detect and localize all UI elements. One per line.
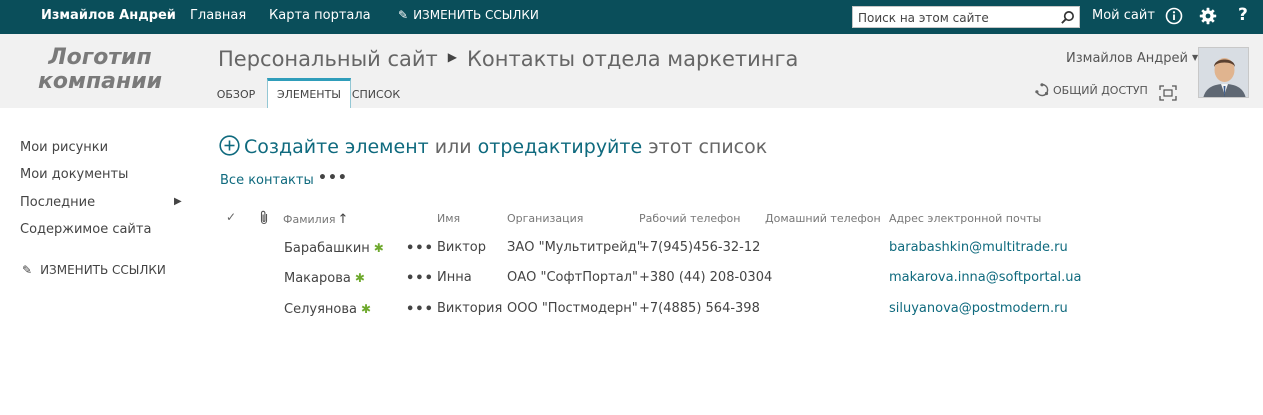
breadcrumb: Персональный сайт ▶ Контакты отдела маркет… (218, 47, 798, 71)
nav-item-my-pictures[interactable]: Мои рисунки (20, 140, 108, 155)
create-item-link[interactable]: Создайте элемент (244, 136, 429, 158)
col-header-first-name[interactable]: Имя (437, 212, 460, 225)
edit-list-link[interactable]: отредактируйте (478, 136, 643, 158)
create-or-text: или (434, 136, 472, 158)
edit-links-nav-button[interactable]: ✎ ИЗМЕНИТЬ ССЫЛКИ (22, 263, 166, 277)
gear-icon[interactable] (1199, 7, 1217, 25)
row-last-name-link[interactable]: Селуянова (284, 302, 357, 317)
suite-user-name[interactable]: Измайлов Андрей (41, 8, 176, 23)
tab-list[interactable]: СПИСОК (351, 78, 401, 108)
user-menu[interactable]: Измайлов Андрей ▼ (1066, 51, 1198, 66)
create-item-line: Создайте элемент или отредактируйте этот… (219, 135, 768, 158)
nav-item-site-contents[interactable]: Содержимое сайта (20, 222, 151, 237)
company-logo[interactable]: Логотип компании (30, 46, 170, 94)
view-all-contacts[interactable]: Все контакты (220, 173, 314, 188)
create-tail-text: этот список (648, 136, 768, 158)
page-title: Контакты отдела маркетинга (467, 47, 799, 71)
user-photo-icon (1199, 48, 1248, 97)
row-menu-button[interactable]: ••• (406, 241, 434, 256)
user-menu-label: Измайлов Андрей (1066, 51, 1188, 66)
new-item-icon: ✱ (354, 271, 365, 285)
breadcrumb-arrow-icon: ▶ (447, 50, 457, 64)
edit-links-nav-label: ИЗМЕНИТЬ ССЫЛКИ (40, 263, 166, 277)
tab-items[interactable]: ЭЛЕМЕНТЫ (267, 78, 351, 108)
share-button[interactable]: ОБЩИЙ ДОСТУП (1035, 83, 1148, 98)
table-row-organization: ОАО "СофтПортал" (507, 270, 638, 285)
search-icon[interactable] (1060, 10, 1075, 25)
row-menu-button[interactable]: ••• (406, 271, 434, 286)
table-row-organization: ООО "Постмодерн" (507, 301, 638, 316)
logo-line-2: компании (37, 69, 163, 94)
home-link[interactable]: Главная (190, 8, 246, 23)
expand-arrow-icon[interactable]: ▶ (174, 196, 182, 207)
nav-item-recent[interactable]: Последние (20, 195, 95, 210)
pencil-icon: ✎ (22, 263, 33, 277)
col-header-last-name[interactable]: Фамилия ↑ (283, 212, 348, 227)
portal-map-link[interactable]: Карта портала (269, 8, 371, 23)
table-row-last-name[interactable]: Макарова ✱ (284, 271, 365, 286)
share-label: ОБЩИЙ ДОСТУП (1053, 84, 1148, 97)
avatar[interactable] (1198, 47, 1249, 98)
row-last-name-link[interactable]: Барабашкин (284, 241, 370, 256)
nav-item-my-documents[interactable]: Мои документы (20, 167, 128, 182)
attachment-icon (260, 210, 268, 225)
table-row-last-name[interactable]: Барабашкин ✱ (284, 241, 384, 256)
table-row-email[interactable]: makarova.inna@softportal.ua (889, 270, 1082, 285)
table-row-email[interactable]: siluyanova@postmodern.ru (889, 301, 1068, 316)
col-header-work-phone[interactable]: Рабочий телефон (639, 212, 740, 225)
col-header-last-name-label: Фамилия (283, 213, 336, 226)
edit-links-top-button[interactable]: ✎ ИЗМЕНИТЬ ССЫЛКИ (398, 8, 539, 22)
tab-overview[interactable]: ОБЗОР (210, 78, 262, 108)
new-item-icon: ✱ (360, 302, 372, 316)
search-box[interactable] (852, 6, 1080, 28)
focus-content-icon[interactable] (1159, 85, 1177, 101)
new-item-icon: ✱ (373, 241, 384, 255)
table-row-first-name: Виктор (437, 240, 486, 255)
sort-ascending-icon: ↑ (337, 212, 349, 227)
table-row-work-phone: +7(945)456-32-12 (639, 240, 761, 255)
row-last-name-link[interactable]: Макарова (284, 271, 351, 286)
col-header-home-phone[interactable]: Домашний телефон (765, 212, 881, 225)
info-icon[interactable] (1165, 7, 1183, 25)
add-circle-icon[interactable] (219, 135, 240, 156)
table-row-work-phone: +380 (44) 208-0304 (639, 270, 773, 285)
header-band: Логотип компании Персональный сайт ▶ Конта… (0, 34, 1263, 108)
col-header-email[interactable]: Адрес электронной почты (889, 212, 1041, 225)
view-more-button[interactable]: ••• (318, 170, 348, 186)
table-row-work-phone: +7(4885) 564-398 (639, 301, 760, 316)
edit-links-top-label: ИЗМЕНИТЬ ССЫЛКИ (413, 8, 539, 22)
search-input[interactable] (853, 8, 1053, 28)
select-all-checkmark-icon[interactable]: ✓ (226, 210, 236, 224)
share-icon (1035, 83, 1049, 97)
help-icon[interactable]: ? (1238, 5, 1252, 25)
table-row-email[interactable]: barabashkin@multitrade.ru (889, 240, 1068, 255)
table-row-organization: ЗАО "Мультитрейд" (507, 240, 643, 255)
suite-bar: Измайлов Андрей Главная Карта портала ✎ И… (0, 0, 1263, 34)
col-header-organization[interactable]: Организация (507, 212, 583, 225)
table-row-first-name: Виктория (437, 301, 503, 316)
table-row-last-name[interactable]: Селуянова ✱ (284, 302, 371, 317)
pencil-icon: ✎ (398, 8, 409, 22)
table-row-first-name: Инна (437, 270, 472, 285)
logo-line-1: Логотип (48, 45, 152, 70)
breadcrumb-site-link[interactable]: Персональный сайт (218, 47, 438, 71)
my-site-link[interactable]: Мой сайт (1092, 8, 1155, 23)
row-menu-button[interactable]: ••• (406, 302, 434, 317)
